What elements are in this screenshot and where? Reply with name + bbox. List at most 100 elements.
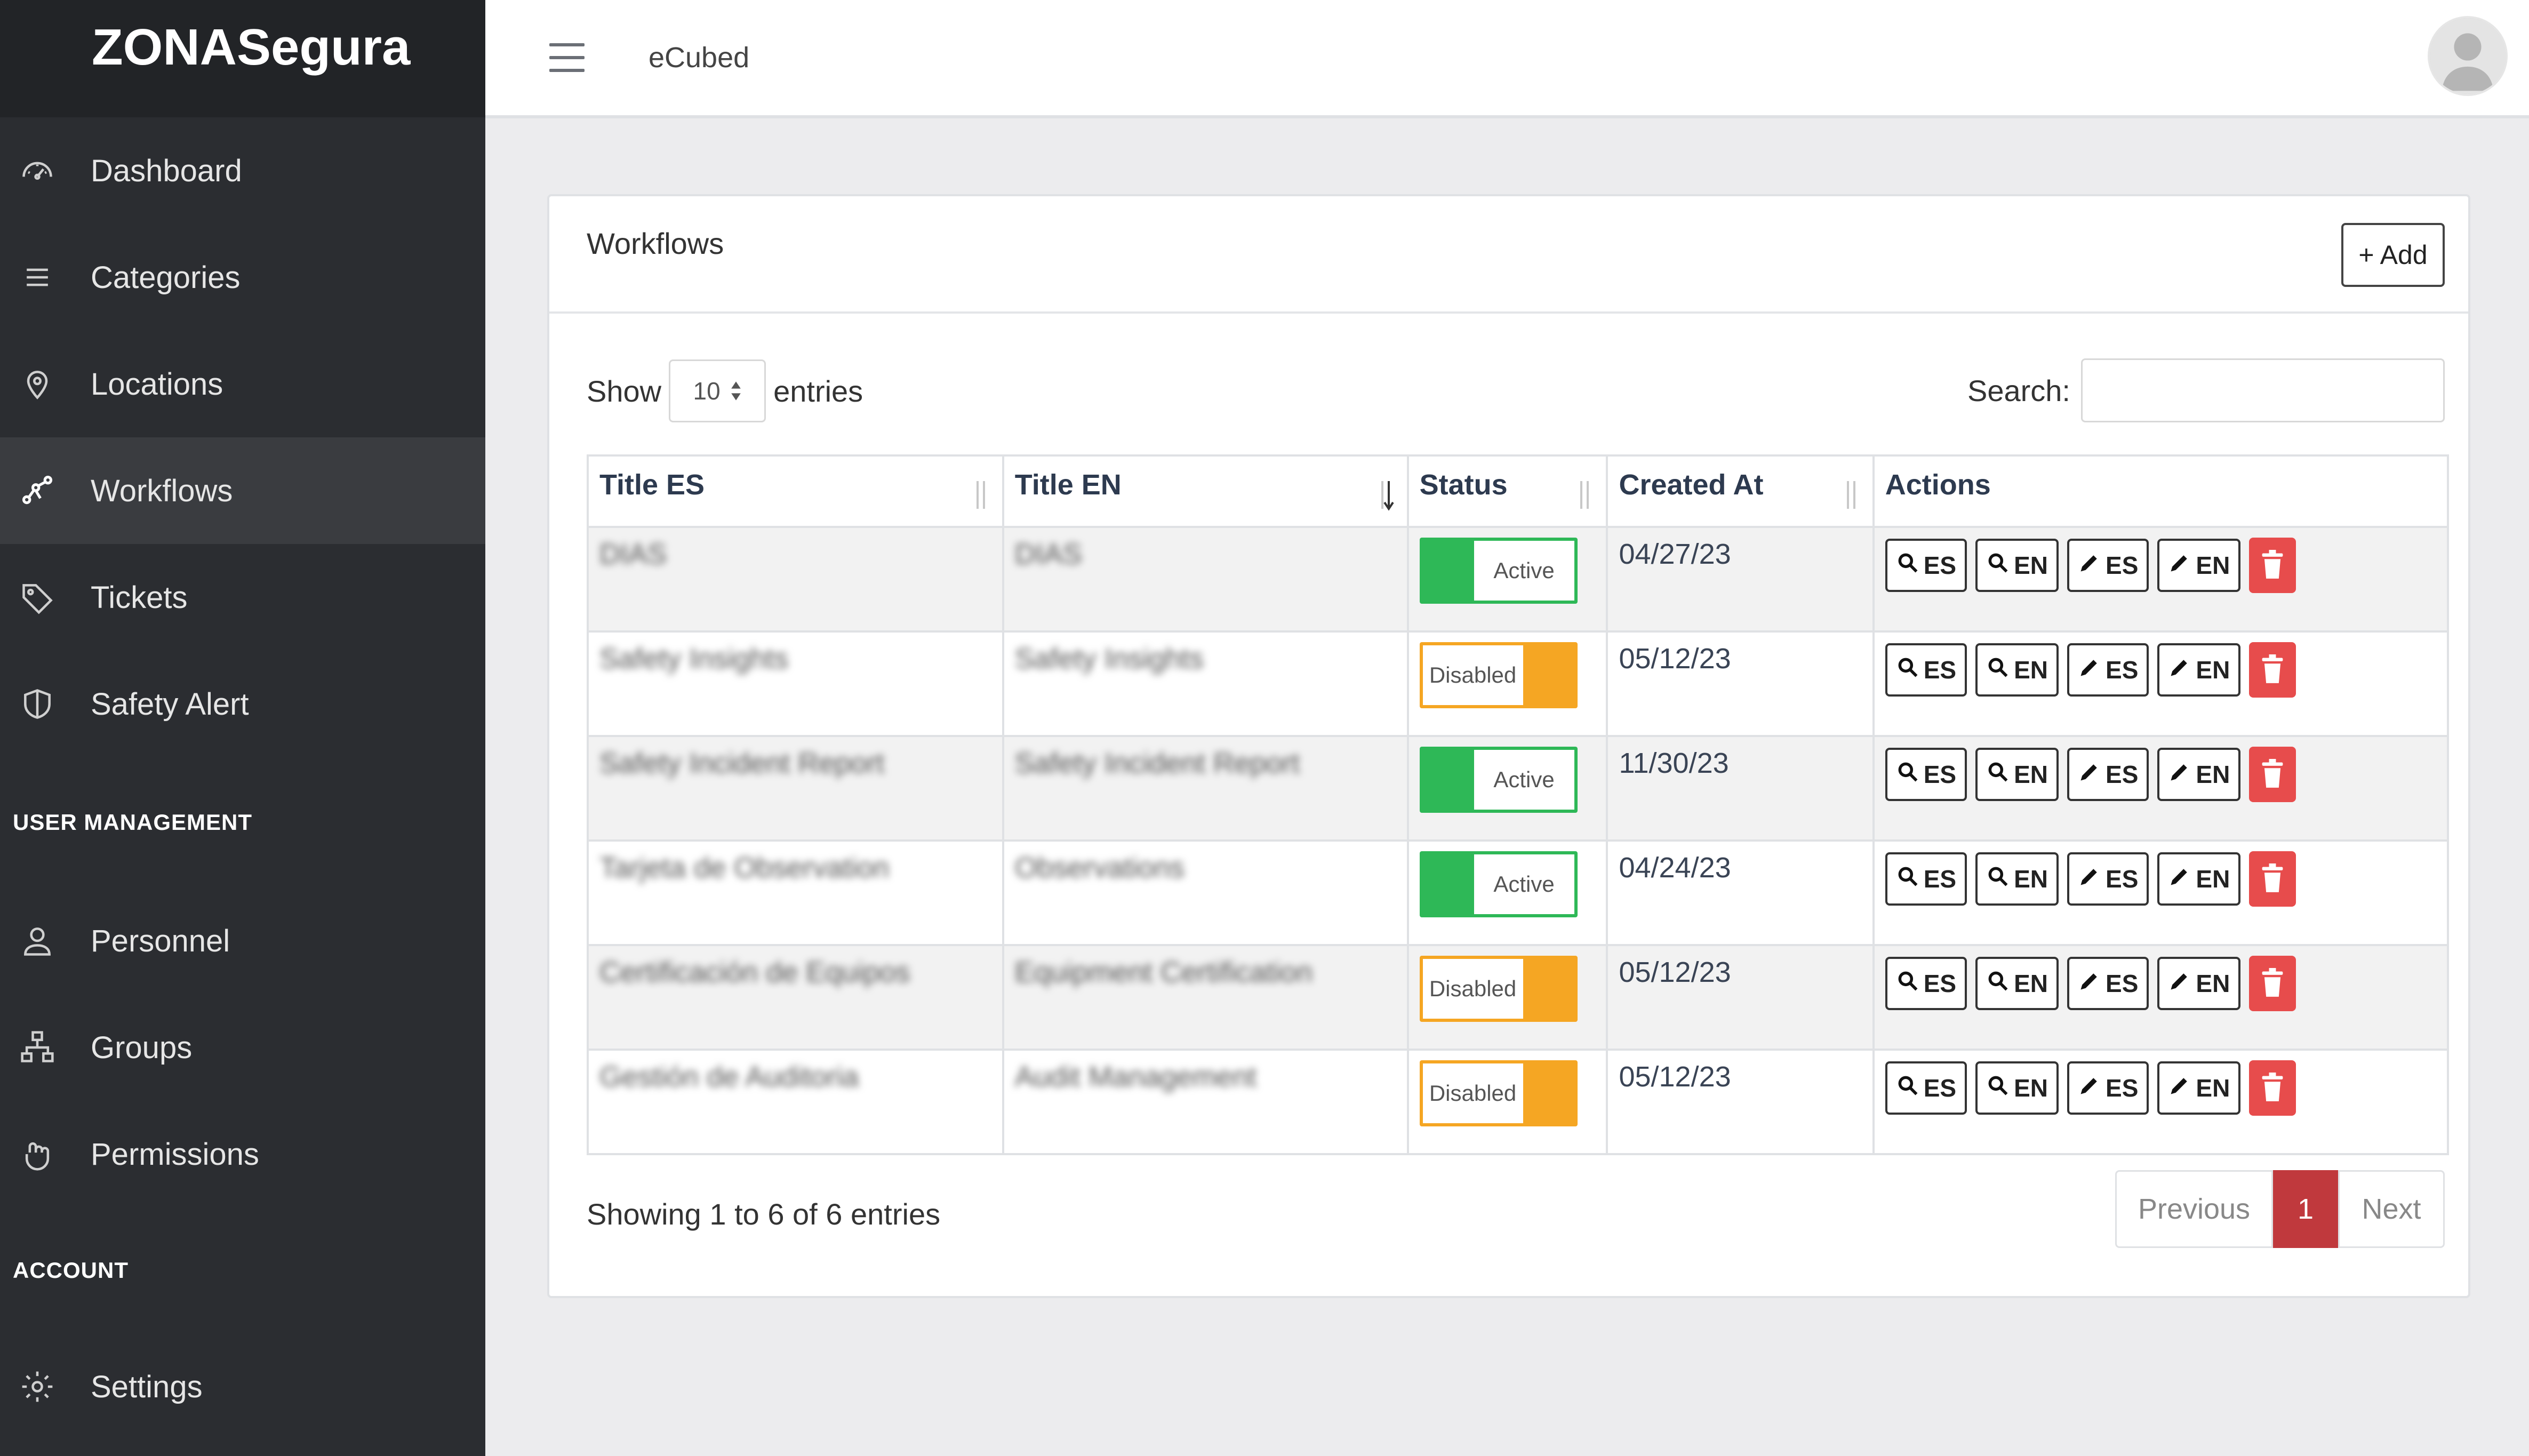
view-en-button[interactable]: EN: [1975, 957, 2059, 1010]
cell-status: Active: [1406, 839, 1608, 946]
search-icon: [1986, 760, 2010, 789]
edit-es-button[interactable]: ES: [2067, 957, 2149, 1010]
trash-icon: [2261, 863, 2284, 895]
table-row: DIAS DIAS Active 04/27/23 ES EN ES EN: [587, 526, 2450, 633]
edit-es-button[interactable]: ES: [2067, 748, 2149, 801]
sidebar-item-categories[interactable]: Categories: [0, 224, 485, 331]
delete-button[interactable]: [2249, 1060, 2296, 1116]
entries-select[interactable]: 10: [669, 359, 766, 422]
view-es-button[interactable]: ES: [1885, 539, 1967, 592]
menu-toggle-icon[interactable]: [549, 43, 585, 72]
sidebar-item-workflows[interactable]: Workflows: [0, 437, 485, 544]
edit-es-button[interactable]: ES: [2067, 852, 2149, 906]
sidebar-item-permissions[interactable]: Permissions: [0, 1101, 485, 1207]
sidebar-item-label: Settings: [91, 1369, 203, 1404]
sidebar-item-groups[interactable]: Groups: [0, 994, 485, 1101]
status-toggle[interactable]: Disabled: [1419, 956, 1578, 1022]
delete-button[interactable]: [2249, 538, 2296, 593]
status-toggle[interactable]: Active: [1419, 747, 1578, 813]
column-header-status[interactable]: Status: [1406, 454, 1608, 528]
sort-desc-icon: [1381, 481, 1394, 511]
status-toggle[interactable]: Disabled: [1419, 642, 1578, 708]
search-icon: [1986, 969, 2010, 998]
edit-en-button[interactable]: EN: [2157, 748, 2241, 801]
edit-es-button[interactable]: ES: [2067, 1061, 2149, 1115]
view-en-button[interactable]: EN: [1975, 1061, 2059, 1115]
view-es-button[interactable]: ES: [1885, 957, 1967, 1010]
workflows-card: Workflows + Add Show 10 entries Search: …: [547, 194, 2470, 1298]
previous-page-button[interactable]: Previous: [2115, 1170, 2273, 1248]
page-1-button[interactable]: 1: [2273, 1170, 2338, 1248]
trash-icon: [2261, 758, 2284, 790]
view-es-button[interactable]: ES: [1885, 1061, 1967, 1115]
pencil-icon: [2078, 865, 2101, 894]
search-icon: [1896, 551, 1919, 580]
sidebar-item-locations[interactable]: Locations: [0, 331, 485, 437]
view-es-button[interactable]: ES: [1885, 643, 1967, 697]
add-button[interactable]: + Add: [2341, 223, 2445, 287]
edit-en-button[interactable]: EN: [2157, 643, 2241, 697]
status-toggle[interactable]: Active: [1419, 851, 1578, 917]
column-header-created-at[interactable]: Created At: [1606, 454, 1875, 528]
sidebar-item-label: Categories: [91, 260, 241, 295]
edit-es-button[interactable]: ES: [2067, 539, 2149, 592]
sidebar-item-tickets[interactable]: Tickets: [0, 544, 485, 651]
view-es-button[interactable]: ES: [1885, 748, 1967, 801]
cell-title-en: Safety Insights: [1002, 630, 1409, 737]
sort-icon: [1846, 481, 1855, 509]
trash-icon: [2261, 1072, 2284, 1104]
pagination: Previous 1 Next: [2115, 1170, 2445, 1248]
view-en-button[interactable]: EN: [1975, 539, 2059, 592]
top-bar: eCubed: [485, 0, 2529, 118]
pencil-icon: [2078, 1074, 2101, 1103]
search-icon: [1896, 655, 1919, 685]
edit-en-button[interactable]: EN: [2157, 539, 2241, 592]
view-es-button[interactable]: ES: [1885, 852, 1967, 906]
sidebar-item-dashboard[interactable]: Dashboard: [0, 117, 485, 224]
cell-title-es: Certificación de Equipos: [587, 944, 1004, 1051]
edit-en-button[interactable]: EN: [2157, 1061, 2241, 1115]
brand-logo: ZONASegura: [0, 0, 485, 117]
search-icon: [1896, 760, 1919, 789]
table-row: Safety Insights Safety Insights Disabled 05…: [587, 630, 2450, 737]
column-header-title-en[interactable]: Title EN: [1002, 454, 1409, 528]
cell-title-en: Observations: [1002, 839, 1409, 946]
cell-created-at: 05/12/23: [1606, 630, 1875, 737]
next-page-button[interactable]: Next: [2338, 1170, 2445, 1248]
cell-title-es: Tarjeta de Observation: [587, 839, 1004, 946]
card-title: Workflows: [587, 227, 724, 260]
cell-status: Disabled: [1406, 630, 1608, 737]
sidebar-item-settings[interactable]: Settings: [0, 1333, 485, 1440]
status-toggle[interactable]: Active: [1419, 538, 1578, 604]
status-toggle[interactable]: Disabled: [1419, 1060, 1578, 1126]
sidebar-item-personnel[interactable]: Personnel: [0, 887, 485, 994]
cell-title-es: Gestión de Auditoria: [587, 1049, 1004, 1155]
edit-en-button[interactable]: EN: [2157, 957, 2241, 1010]
cell-created-at: 05/12/23: [1606, 1049, 1875, 1155]
delete-button[interactable]: [2249, 956, 2296, 1011]
view-en-button[interactable]: EN: [1975, 852, 2059, 906]
column-header-title-es[interactable]: Title ES: [587, 454, 1004, 528]
length-control: Show 10 entries: [587, 359, 863, 422]
cell-status: Disabled: [1406, 944, 1608, 1051]
sidebar-item-safety-alert[interactable]: Safety Alert: [0, 651, 485, 757]
workflow-icon: [0, 473, 91, 509]
menu-icon: [0, 259, 91, 295]
delete-button[interactable]: [2249, 851, 2296, 907]
edit-es-button[interactable]: ES: [2067, 643, 2149, 697]
avatar[interactable]: [2428, 16, 2508, 96]
section-label-user-management: USER MANAGEMENT: [13, 810, 253, 835]
tag-icon: [0, 579, 91, 615]
view-en-button[interactable]: EN: [1975, 748, 2059, 801]
search-input[interactable]: [2081, 358, 2445, 422]
groups-icon: [0, 1029, 91, 1066]
cell-actions: ES EN ES EN: [1872, 944, 2450, 1051]
sort-arrows-icon: [731, 381, 741, 401]
view-en-button[interactable]: EN: [1975, 643, 2059, 697]
cell-title-en: Audit Management: [1002, 1049, 1409, 1155]
search-icon: [1986, 865, 2010, 894]
delete-button[interactable]: [2249, 747, 2296, 802]
gear-icon: [0, 1369, 91, 1405]
edit-en-button[interactable]: EN: [2157, 852, 2241, 906]
delete-button[interactable]: [2249, 642, 2296, 698]
